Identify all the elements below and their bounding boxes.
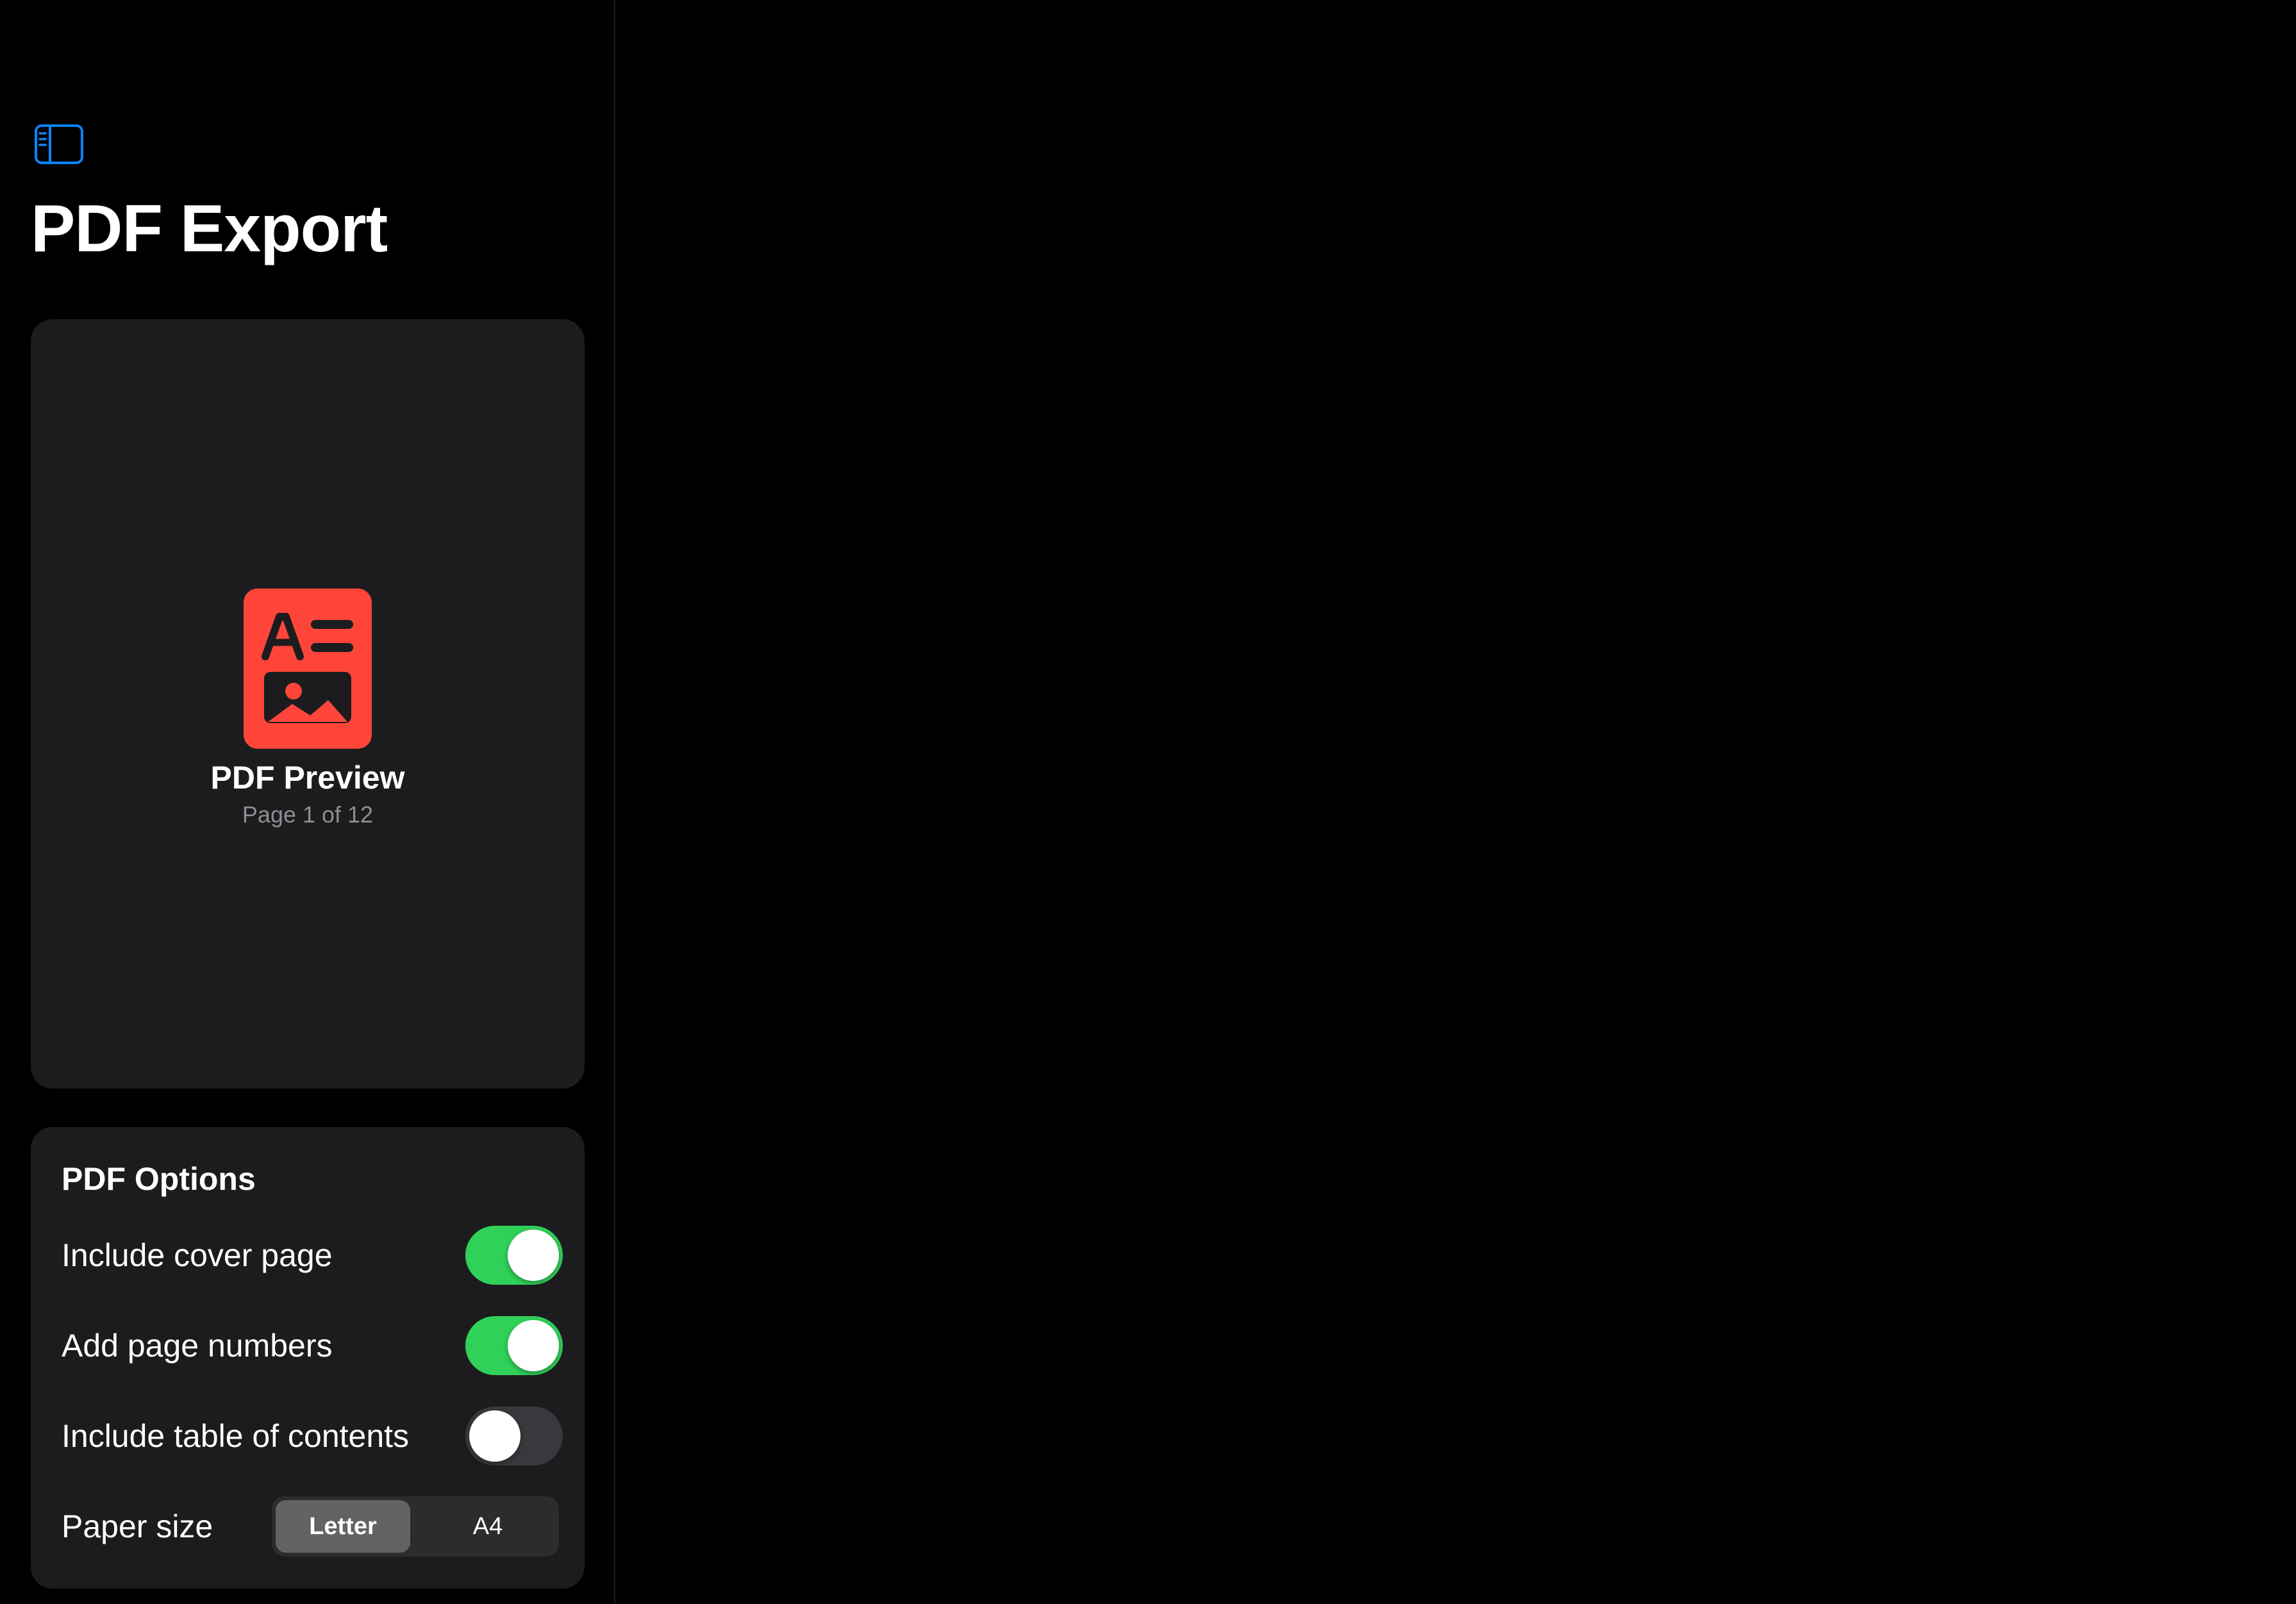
sidebar-left-icon[interactable] xyxy=(33,123,85,165)
paper-size-letter[interactable]: Letter xyxy=(276,1500,410,1553)
toggle-knob xyxy=(508,1230,559,1281)
option-row-paper-size: Paper size Letter A4 xyxy=(62,1496,559,1557)
paper-size-label: Paper size xyxy=(62,1508,213,1544)
doc-richtext-icon xyxy=(244,589,372,749)
pdf-options-card: PDF Options Include cover page Add page … xyxy=(31,1127,585,1589)
detail-pane xyxy=(617,0,2296,1604)
options-heading: PDF Options xyxy=(62,1161,256,1197)
option-row-table-of-contents: Include table of contents xyxy=(62,1405,563,1467)
option-row-page-numbers: Add page numbers xyxy=(62,1315,563,1376)
pdf-preview-card[interactable]: PDF Preview Page 1 of 12 xyxy=(31,319,585,1089)
sidebar: PDF Export PDF Preview Page 1 of 12 PDF … xyxy=(0,0,615,1604)
toggle-knob xyxy=(508,1320,559,1371)
cover-page-toggle[interactable] xyxy=(465,1226,563,1285)
option-label: Add page numbers xyxy=(62,1328,333,1364)
preview-title: PDF Preview xyxy=(210,760,405,796)
page-indicator: Page 1 of 12 xyxy=(242,801,374,828)
page-numbers-toggle[interactable] xyxy=(465,1316,563,1375)
option-label: Include table of contents xyxy=(62,1418,410,1454)
page-title: PDF Export xyxy=(31,192,388,266)
paper-size-segmented-control: Letter A4 xyxy=(272,1496,559,1557)
table-of-contents-toggle[interactable] xyxy=(465,1407,563,1466)
paper-size-a4[interactable]: A4 xyxy=(420,1500,555,1553)
option-label: Include cover page xyxy=(62,1237,333,1273)
toggle-knob xyxy=(469,1410,520,1462)
app-root: PDF Export PDF Preview Page 1 of 12 PDF … xyxy=(0,0,2296,1604)
option-row-cover-page: Include cover page xyxy=(62,1224,563,1286)
